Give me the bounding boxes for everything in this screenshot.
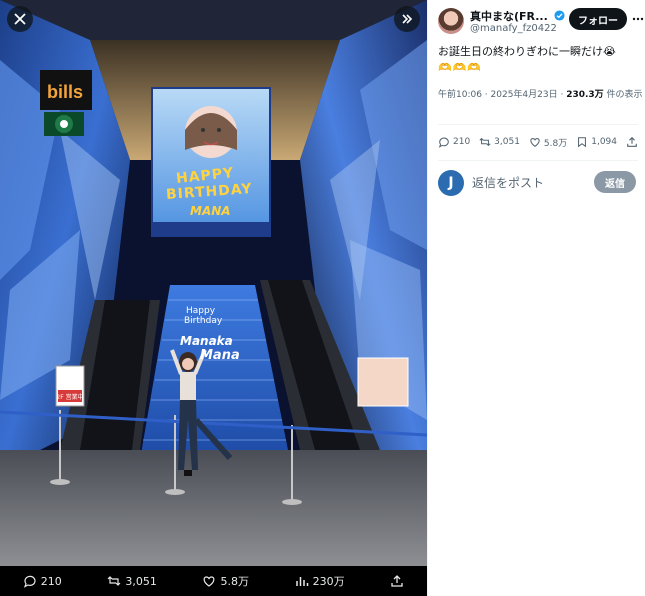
media-action-bar: 210 3,051 5.8万 230万 (0, 566, 427, 596)
expand-panel-button[interactable] (394, 6, 420, 32)
media-views-count: 230万 (312, 575, 345, 588)
reply-input[interactable]: 返信をポスト (472, 174, 544, 191)
author-avatar[interactable] (438, 8, 464, 34)
tweet-actions: 210 3,051 5.8万 1,094 (438, 130, 638, 154)
close-button[interactable] (7, 6, 33, 32)
verified-badge-icon (554, 10, 565, 21)
heart-hands-emoji: 🫶🫶🫶 (438, 61, 483, 74)
media-reply-button[interactable]: 210 (23, 574, 62, 588)
tweet-body: お誕生日の終わりぎわに一瞬だけ (438, 45, 603, 58)
author-handle[interactable]: @manafy_fz0422 (470, 23, 557, 34)
bookmark-button[interactable]: 1,094 (576, 136, 617, 148)
stairs-birthday: Birthday (184, 316, 223, 326)
tweet-views-suffix: 件の表示 (606, 90, 643, 100)
banner-mana: MANA (190, 204, 231, 218)
media-like-button[interactable]: 5.8万 (202, 573, 249, 589)
double-chevron-right-icon (402, 14, 413, 24)
close-icon (14, 13, 26, 25)
tweet-panel: 真中まな(FR... @manafy_fz0422 フォロー お誕生日の終わりぎ… (427, 0, 645, 596)
stairs-manaka: Manaka (180, 334, 233, 348)
stairs-mana: Mana (200, 348, 240, 363)
bookmark-icon (578, 137, 587, 148)
share-button[interactable] (626, 136, 638, 148)
reply-button[interactable]: 210 (438, 136, 470, 148)
author-name-wrap[interactable]: 真中まな(FR... (470, 8, 565, 24)
divider-bottom (438, 160, 638, 161)
divider-top (438, 124, 638, 125)
tweet-views-count: 230.3万 (566, 90, 604, 100)
repost-icon (479, 137, 491, 147)
heart-icon (204, 576, 215, 587)
like-count: 5.8万 (543, 138, 568, 149)
more-options-icon[interactable] (631, 12, 645, 26)
current-user-avatar[interactable]: J (438, 170, 464, 196)
views-chart-icon (295, 577, 308, 586)
share-icon (391, 575, 403, 587)
media-like-count: 5.8万 (220, 575, 249, 588)
reply-submit-button[interactable]: 返信 (594, 171, 636, 193)
media-share-button[interactable] (390, 574, 404, 588)
repost-button[interactable]: 3,051 (479, 136, 520, 148)
reply-composer: J 返信をポスト 返信 (438, 166, 638, 200)
repost-icon (107, 576, 121, 586)
share-icon (627, 136, 637, 147)
tweet-time[interactable]: 午前10:06 · 2025年4月23日 · (438, 90, 563, 100)
tweet-meta: 午前10:06 · 2025年4月23日 · 230.3万 件の表示 (438, 88, 643, 102)
stairs-happy: Happy (186, 306, 216, 316)
media-repost-button[interactable]: 3,051 (107, 574, 157, 588)
bookmark-count: 1,094 (591, 137, 617, 147)
repost-count: 3,051 (494, 137, 520, 147)
heart-icon (530, 138, 540, 147)
like-button[interactable]: 5.8万 (529, 136, 567, 149)
crying-emoji: 😭 (603, 45, 616, 58)
media-viewer: bills HAPPY BIRTHDAY MANA Happy Birthday… (0, 0, 427, 596)
follow-button[interactable]: フォロー (569, 8, 627, 30)
tweet-text: お誕生日の終わりぎわに一瞬だけ😭 🫶🫶🫶 (438, 44, 638, 76)
author-row: 真中まな(FR... @manafy_fz0422 フォロー (438, 6, 645, 38)
author-name: 真中まな(FR... (470, 10, 548, 23)
bills-sign: bills (47, 82, 84, 102)
media-reply-count: 210 (40, 574, 62, 588)
reply-count: 210 (453, 137, 471, 147)
media-repost-count: 3,051 (125, 574, 157, 588)
media-views-button[interactable]: 230万 (295, 573, 345, 589)
reply-icon (23, 575, 36, 588)
floor-sign: 2F 営業中 (56, 394, 84, 401)
reply-icon (438, 137, 449, 148)
